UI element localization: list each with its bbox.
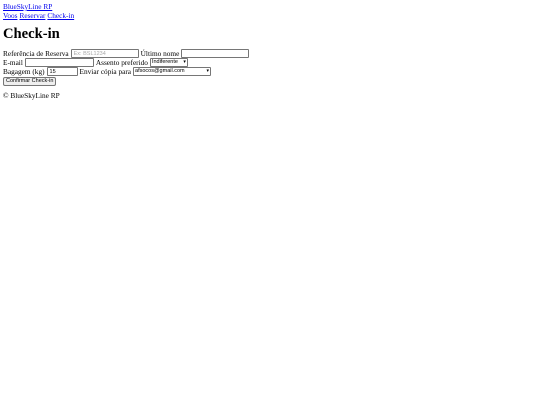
send-copy-select[interactable]: afsocos@gmail.com ▾	[133, 67, 212, 76]
seat-pref-label: Assento preferido	[95, 58, 148, 67]
send-copy-label: Enviar cópia para	[79, 67, 132, 76]
brand-link[interactable]: BlueSkyLine RP	[3, 2, 52, 11]
baggage-label: Bagagem (kg)	[3, 67, 45, 76]
chevron-down-icon: ▾	[206, 68, 210, 74]
last-name-label: Último nome	[140, 49, 180, 58]
seat-pref-selected: Indiferente	[151, 59, 178, 65]
email-label: E-mail	[3, 58, 23, 67]
site-footer: © BlueSkyLine RP	[3, 91, 540, 100]
confirm-check-in-button[interactable]: Confirmar Check-in	[3, 76, 57, 86]
nav-link-reservar[interactable]: Reservar	[19, 11, 45, 20]
page: BlueSkyLine RP Voos Reservar Check-in Chec…	[0, 0, 540, 100]
chevron-down-icon: ▾	[183, 59, 186, 65]
main-nav: Voos Reservar Check-in	[3, 11, 540, 21]
nav-link-voos[interactable]: Voos	[3, 11, 17, 20]
send-copy-selected: afsocos@gmail.com	[135, 68, 185, 74]
check-in-form: Referência de Reserva Último nome E-mail…	[3, 49, 540, 86]
seat-pref-select[interactable]: Indiferente ▾	[149, 58, 188, 67]
booking-ref-input[interactable]	[70, 49, 139, 58]
site-header: BlueSkyLine RP Voos Reservar Check-in	[3, 2, 540, 21]
booking-ref-label: Referência de Reserva	[3, 49, 69, 58]
baggage-input[interactable]	[46, 67, 78, 76]
nav-link-check-in[interactable]: Check-in	[47, 11, 74, 20]
footer-copyright: © BlueSkyLine RP	[3, 91, 60, 100]
email-field[interactable]	[24, 58, 94, 67]
page-title: Check-in	[3, 26, 60, 42]
last-name-input[interactable]	[181, 49, 250, 58]
